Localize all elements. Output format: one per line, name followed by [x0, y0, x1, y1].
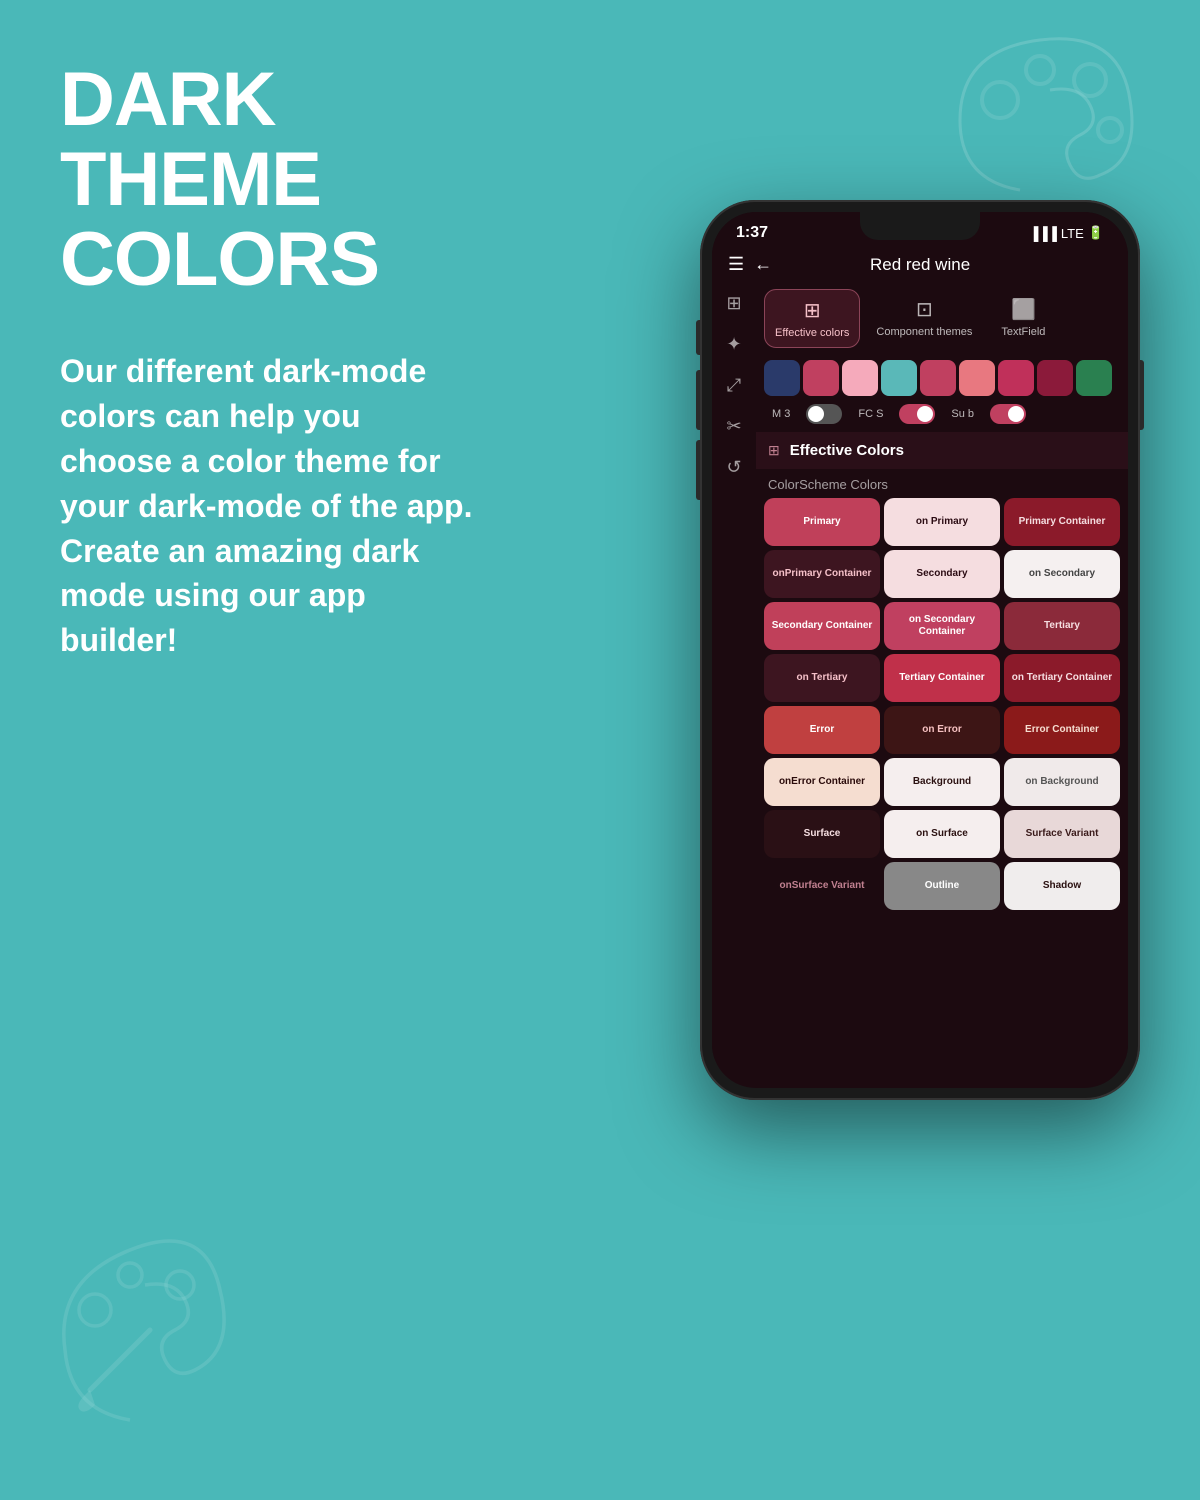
color-on-primary[interactable]: on Primary — [884, 498, 1000, 546]
color-surface[interactable]: Surface — [764, 810, 880, 858]
color-on-primary-container[interactable]: onPrimary Container — [764, 550, 880, 598]
app-header-title: Red red wine — [772, 255, 1068, 275]
palette-icon-top-right — [940, 20, 1160, 220]
m3-toggle[interactable] — [806, 404, 842, 424]
effective-colors-tab-icon: ⊞ — [804, 298, 821, 323]
sidebar-grid-icon[interactable]: ⊞ — [726, 293, 741, 314]
color-on-tertiary-container[interactable]: on Tertiary Container — [1004, 654, 1120, 702]
app-sidebar: ⊞ ✦ ⤢ ✂ ↺ — [712, 283, 756, 1059]
toggle-row: M 3 FC S Su b — [756, 400, 1128, 432]
tab-component-themes[interactable]: ⊡ Component themes — [866, 289, 982, 348]
component-themes-tab-label: Component themes — [876, 326, 972, 338]
color-on-secondary[interactable]: on Secondary — [1004, 550, 1120, 598]
color-tertiary-container[interactable]: Tertiary Container — [884, 654, 1000, 702]
section-header-icon: ⊞ — [768, 442, 780, 459]
main-title: DARK THEME COLORS — [60, 60, 480, 299]
app-header: ☰ ← Red red wine — [712, 246, 1128, 283]
swatches-row — [756, 354, 1128, 400]
color-on-error-container[interactable]: onError Container — [764, 758, 880, 806]
color-on-surface-variant[interactable]: onSurface Variant — [764, 862, 880, 910]
signal-bars: ▐▐▐ — [1029, 226, 1057, 241]
section-header-title: Effective Colors — [790, 442, 904, 459]
color-on-secondary-container[interactable]: on Secondary Container — [884, 602, 1000, 650]
color-shadow[interactable]: Shadow — [1004, 862, 1120, 910]
sidebar-scissors-icon[interactable]: ✂ — [726, 416, 741, 437]
scheme-label: ColorScheme Colors — [756, 473, 1128, 498]
textfield-tab-label: TextField — [1001, 326, 1045, 338]
swatch-7[interactable] — [1037, 360, 1073, 396]
swatch-1[interactable] — [803, 360, 839, 396]
lte-label: LTE — [1061, 226, 1084, 241]
color-error-container[interactable]: Error Container — [1004, 706, 1120, 754]
volume-up-button — [696, 370, 700, 430]
back-icon[interactable]: ← — [754, 254, 772, 275]
fcs-label: FC S — [858, 408, 883, 420]
color-surface-variant[interactable]: Surface Variant — [1004, 810, 1120, 858]
color-primary-container[interactable]: Primary Container — [1004, 498, 1120, 546]
color-tertiary[interactable]: Tertiary — [1004, 602, 1120, 650]
phone-notch — [860, 212, 980, 240]
color-secondary-container[interactable]: Secondary Container — [764, 602, 880, 650]
color-error[interactable]: Error — [764, 706, 880, 754]
phone-mockup: 1:37 ▐▐▐ LTE 🔋 ☰ ← Red red wine — [700, 200, 1140, 1100]
section-header: ⊞ Effective Colors — [756, 432, 1128, 469]
sub-toggle[interactable] — [990, 404, 1026, 424]
color-primary[interactable]: Primary — [764, 498, 880, 546]
color-outline[interactable]: Outline — [884, 862, 1000, 910]
status-time: 1:37 — [736, 224, 768, 242]
swatch-8[interactable] — [1076, 360, 1112, 396]
description-text: Our different dark-mode colors can help … — [60, 349, 480, 663]
color-on-surface[interactable]: on Surface — [884, 810, 1000, 858]
color-secondary[interactable]: Secondary — [884, 550, 1000, 598]
tab-effective-colors[interactable]: ⊞ Effective colors — [764, 289, 860, 348]
component-themes-tab-icon: ⊡ — [916, 297, 933, 322]
header-left-icons: ☰ ← — [728, 254, 772, 275]
palette-icon-bottom-left — [40, 1220, 240, 1440]
status-icons: ▐▐▐ LTE 🔋 — [1029, 225, 1104, 241]
effective-colors-tab-label: Effective colors — [775, 327, 849, 339]
color-on-error[interactable]: on Error — [884, 706, 1000, 754]
swatch-6[interactable] — [998, 360, 1034, 396]
left-content: DARK THEME COLORS Our different dark-mod… — [60, 60, 480, 663]
battery-icon: 🔋 — [1088, 225, 1104, 241]
volume-down-button — [696, 440, 700, 500]
swatch-2[interactable] — [842, 360, 878, 396]
fcs-toggle[interactable] — [899, 404, 935, 424]
sidebar-refresh-icon[interactable]: ↺ — [726, 457, 741, 478]
color-on-tertiary[interactable]: on Tertiary — [764, 654, 880, 702]
swatch-5[interactable] — [959, 360, 995, 396]
textfield-tab-icon: ⬜ — [1011, 297, 1036, 322]
swatch-3[interactable] — [881, 360, 917, 396]
menu-icon[interactable]: ☰ — [728, 254, 744, 275]
sub-label: Su b — [951, 408, 974, 420]
main-content: ⊞ Effective colors ⊡ Component themes ⬜ … — [756, 283, 1128, 1059]
m3-label: M 3 — [772, 408, 790, 420]
mute-button — [696, 320, 700, 355]
power-button — [1140, 360, 1144, 430]
color-grid: Primary on Primary Primary Container onP… — [756, 498, 1128, 910]
swatch-0[interactable] — [764, 360, 800, 396]
tabs-row: ⊞ Effective colors ⊡ Component themes ⬜ … — [756, 283, 1128, 354]
sidebar-brightness-icon[interactable]: ✦ — [726, 334, 741, 355]
color-background[interactable]: Background — [884, 758, 1000, 806]
swatch-4[interactable] — [920, 360, 956, 396]
color-on-background[interactable]: on Background — [1004, 758, 1120, 806]
tab-textfield[interactable]: ⬜ TextField — [988, 289, 1058, 348]
sidebar-expand-icon[interactable]: ⤢ — [727, 375, 741, 396]
